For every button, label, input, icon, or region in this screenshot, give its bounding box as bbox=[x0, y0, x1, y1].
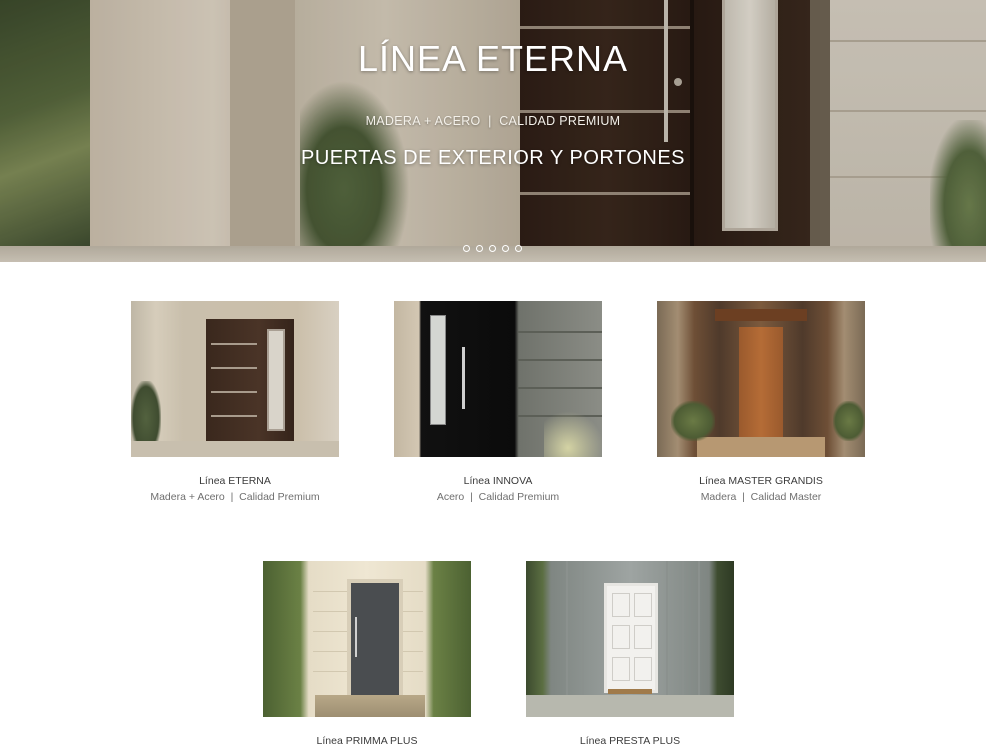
product-card-presta-plus[interactable]: Línea PRESTA PLUS bbox=[525, 561, 735, 747]
slider-dot-1[interactable] bbox=[463, 245, 470, 252]
product-image-master-grandis[interactable] bbox=[657, 301, 865, 457]
hero-title: LÍNEA ETERNA bbox=[357, 38, 629, 79]
slider-dot-4[interactable] bbox=[502, 245, 509, 252]
product-name[interactable]: Línea ETERNA bbox=[130, 475, 340, 487]
product-card-eterna[interactable]: Línea ETERNA Madera + Acero | Calidad Pr… bbox=[130, 301, 340, 503]
product-image-primma-plus[interactable] bbox=[263, 561, 471, 717]
product-name[interactable]: Línea PRIMMA PLUS bbox=[262, 735, 472, 747]
hero-subtitle: MADERA + ACERO | CALIDAD PREMIUM bbox=[365, 114, 621, 128]
slider-pagination bbox=[463, 245, 522, 252]
slider-dot-5[interactable] bbox=[515, 245, 522, 252]
product-card-primma-plus[interactable]: Línea PRIMMA PLUS bbox=[262, 561, 472, 747]
product-description: Acero | Calidad Premium bbox=[436, 491, 560, 503]
hero-tagline: PUERTAS DE EXTERIOR Y PORTONES bbox=[301, 147, 685, 169]
hero-slider: LÍNEA ETERNA MADERA + ACERO | CALIDAD PR… bbox=[0, 0, 986, 262]
product-name[interactable]: Línea MASTER GRANDIS bbox=[656, 475, 866, 487]
product-image-eterna[interactable] bbox=[131, 301, 339, 457]
slider-dot-2[interactable] bbox=[476, 245, 483, 252]
product-name[interactable]: Línea PRESTA PLUS bbox=[525, 735, 735, 747]
product-card-innova[interactable]: Línea INNOVA Acero | Calidad Premium bbox=[393, 301, 603, 503]
product-card-master-grandis[interactable]: Línea MASTER GRANDIS Madera | Calidad Ma… bbox=[656, 301, 866, 503]
product-description: Madera | Calidad Master bbox=[700, 491, 822, 503]
product-description: Madera + Acero | Calidad Premium bbox=[150, 491, 320, 503]
product-name[interactable]: Línea INNOVA bbox=[393, 475, 603, 487]
slider-dot-3[interactable] bbox=[489, 245, 496, 252]
product-image-innova[interactable] bbox=[394, 301, 602, 457]
product-image-presta-plus[interactable] bbox=[526, 561, 734, 717]
